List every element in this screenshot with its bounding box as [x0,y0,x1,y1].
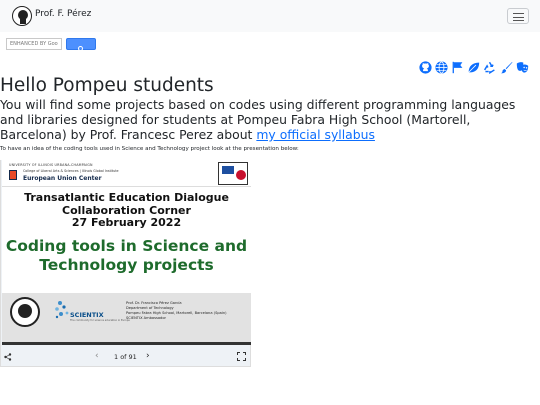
hamburger-icon-line [513,16,524,18]
navbar-toggler-button[interactable] [507,8,529,24]
center-name: European Union Center [23,175,102,182]
recycle-icon[interactable] [483,61,496,74]
page-title: Hello Pompeu students [0,75,214,96]
viewer-toolbar: ‹ 1 of 91 › [1,348,250,366]
university-logo [9,170,17,180]
brand-name[interactable]: Prof. F. Pérez [35,9,91,19]
globe-icon[interactable] [435,61,448,74]
navbar: Prof. F. Pérez [0,0,540,32]
slide-header: UNIVERSITY OF ILLINOIS URBANA-CHAMPAIGN … [2,160,251,187]
slide[interactable]: UNIVERSITY OF ILLINOIS URBANA-CHAMPAIGN … [2,160,251,345]
hamburger-icon [513,13,524,15]
scientix-label: SCIENTIX [70,311,104,319]
paint-brush-icon[interactable] [500,61,513,74]
flag-icon[interactable] [451,61,464,74]
chevron-right-icon[interactable]: › [146,351,150,361]
eu-logo [218,162,248,185]
chevron-left-icon[interactable]: ‹ [95,351,99,361]
theater-masks-icon[interactable] [516,61,529,74]
college-name: College of Liberal Arts & Sciences | Ill… [23,169,119,173]
syllabus-link[interactable]: my official syllabus [256,127,375,142]
presenter-info: Prof. Dr. Francisco Pérez García Departm… [126,301,227,320]
slide-title: Transatlantic Education Dialogue Collabo… [24,191,229,229]
search-input[interactable]: ENHANCED BY Goo [6,38,62,50]
university-name: UNIVERSITY OF ILLINOIS URBANA-CHAMPAIGN [9,163,93,167]
search-button[interactable] [66,38,96,52]
scientix-tagline: The community for science education in E… [70,319,130,322]
school-logo-tree [18,304,32,318]
eu-flag [222,166,234,174]
fullscreen-icon[interactable] [237,352,246,361]
presentation-note: To have an idea of the coding tools used… [0,146,299,152]
apple-icon [236,170,246,180]
slide-footer: SCIENTIX The community for science educa… [2,293,251,342]
share-icon[interactable] [4,353,12,363]
search-icon [78,46,84,52]
leaf-icon[interactable] [467,61,480,74]
slide-subtitle: Coding tools in Science and Technology p… [5,237,248,274]
hamburger-icon-line [513,20,524,22]
slide-viewer: UNIVERSITY OF ILLINOIS URBANA-CHAMPAIGN … [0,160,251,367]
page-indicator: 1 of 91 [114,353,137,361]
intro-paragraph: You will find some projects based on cod… [0,97,540,142]
school-logo [10,297,40,327]
brand-logo[interactable] [12,6,32,26]
github-icon[interactable] [419,61,432,74]
